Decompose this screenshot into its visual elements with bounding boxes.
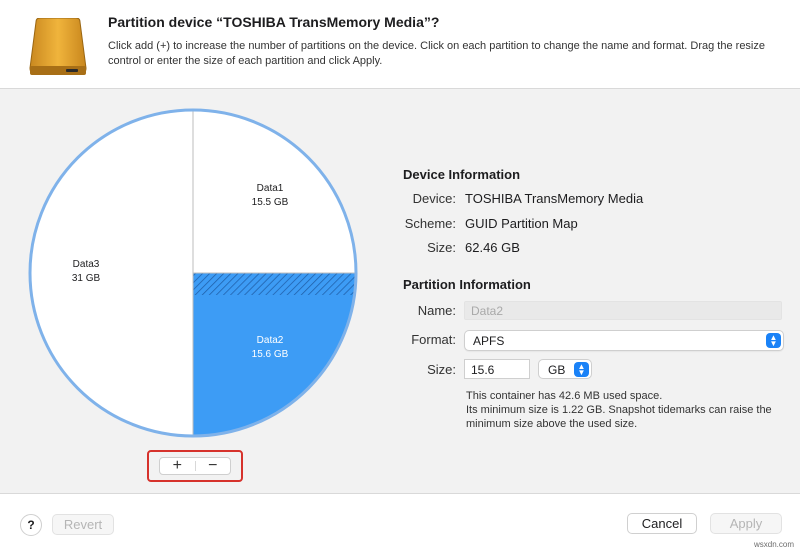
size-unit-value: GB <box>548 363 566 377</box>
cancel-button[interactable]: Cancel <box>627 513 697 534</box>
partition-name: Data3 <box>72 259 100 270</box>
add-remove-control: + − <box>159 457 231 475</box>
add-partition-button[interactable]: + <box>160 458 195 474</box>
device-info-heading: Device Information <box>403 167 521 182</box>
chevron-updown-icon: ▲ ▼ <box>574 362 589 377</box>
device-label: Device: <box>412 191 456 206</box>
watermark: wsxdn.com <box>753 540 794 549</box>
format-select[interactable]: APFS ▲ ▼ <box>464 330 784 351</box>
partition-size: 15.5 GB <box>251 197 289 208</box>
format-value: APFS <box>473 334 505 348</box>
format-label: Format: <box>411 332 456 347</box>
partition-info-heading: Partition Information <box>403 277 531 292</box>
partition-size-label: Size: <box>427 362 456 377</box>
partition-size: 31 GB <box>71 273 101 284</box>
remove-partition-button[interactable]: − <box>196 458 231 474</box>
chevron-updown-icon: ▲ ▼ <box>766 333 781 348</box>
partition-name-field[interactable]: Data2 <box>464 301 782 320</box>
scheme-label: Scheme: <box>404 216 456 231</box>
size-unit-select[interactable]: GB ▲ ▼ <box>538 359 592 379</box>
device-size-label: Size: <box>427 240 456 255</box>
partition-label-data1: Data1 15.5 GB <box>230 182 310 210</box>
partition-label-data2: Data2 15.6 GB <box>230 334 310 362</box>
partition-size-field[interactable]: 15.6 <box>464 359 530 379</box>
apply-button[interactable]: Apply <box>710 513 782 534</box>
partition-size: 15.6 GB <box>251 349 289 360</box>
dialog-header: Partition device “TOSHIBA TransMemory Me… <box>0 0 800 89</box>
scheme-value: GUID Partition Map <box>465 216 578 231</box>
device-size-value: 62.46 GB <box>465 240 520 255</box>
dialog-title: Partition device “TOSHIBA TransMemory Me… <box>108 14 440 30</box>
container-info-text: This container has 42.6 MB used space. I… <box>466 390 772 430</box>
external-drive-icon <box>29 18 87 75</box>
add-remove-highlight: + − <box>147 450 243 482</box>
device-value: TOSHIBA TransMemory Media <box>465 191 644 206</box>
partition-name: Data2 <box>256 335 284 346</box>
dialog-subtitle: Click add (+) to increase the number of … <box>108 40 765 67</box>
partition-name: Data1 <box>256 183 284 194</box>
name-label: Name: <box>417 303 456 318</box>
revert-button[interactable]: Revert <box>52 514 114 535</box>
partition-label-data3: Data3 31 GB <box>46 258 126 286</box>
partition-used-space <box>193 273 356 295</box>
help-button[interactable]: ? <box>20 514 42 536</box>
